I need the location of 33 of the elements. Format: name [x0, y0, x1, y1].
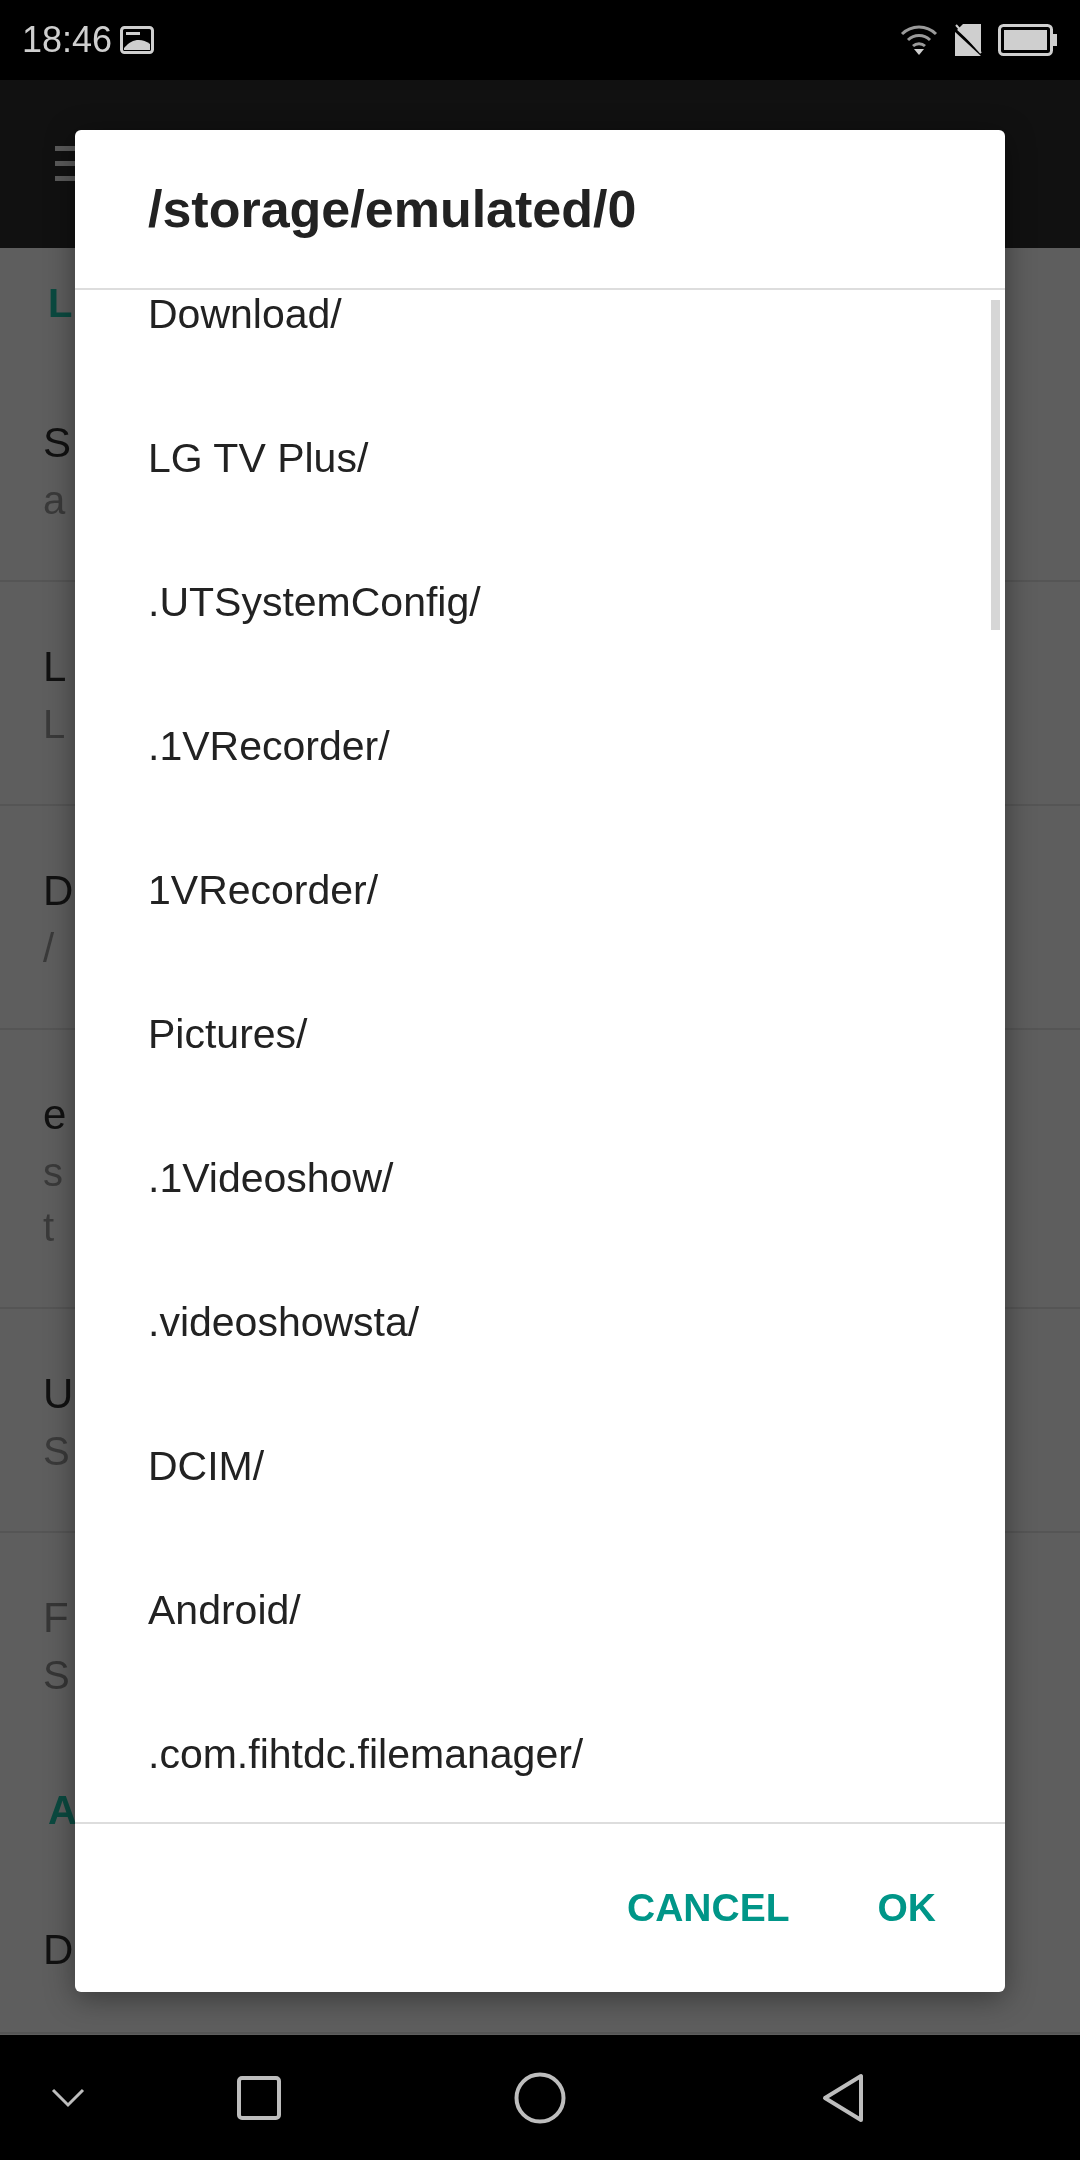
section-header: L — [48, 280, 73, 327]
status-time: 18:46 — [22, 18, 113, 62]
home-icon[interactable] — [514, 2071, 566, 2124]
folder-item[interactable]: .com.fihtdc.filemanager/ — [148, 1724, 584, 1786]
folder-item[interactable]: .videoshowsta/ — [148, 1292, 420, 1354]
wifi-icon — [900, 25, 938, 55]
setting-title: U — [43, 1370, 74, 1417]
battery-icon — [998, 24, 1058, 56]
setting-title: e — [43, 1091, 67, 1138]
picture-icon — [120, 26, 155, 54]
folder-item[interactable]: DCIM/ — [148, 1436, 265, 1498]
section-header: A — [48, 1787, 77, 1834]
setting-summary: / — [43, 926, 55, 970]
folder-item[interactable]: LG TV Plus/ — [148, 428, 369, 490]
menu-icon[interactable] — [55, 146, 75, 182]
setting-title: L — [43, 643, 67, 690]
folder-item[interactable]: Download/ — [148, 290, 342, 346]
recents-icon[interactable] — [237, 2075, 281, 2120]
folder-item[interactable]: Android/ — [148, 1580, 301, 1642]
folder-item[interactable]: 1VRecorder/ — [148, 860, 379, 922]
no-sim-icon — [954, 23, 982, 57]
cancel-button[interactable]: CANCEL — [603, 1868, 814, 1948]
setting-title: S — [43, 419, 71, 466]
ok-button[interactable]: OK — [853, 1868, 960, 1948]
folder-item[interactable]: .1Videoshow/ — [148, 1148, 394, 1210]
setting-title: D — [43, 1926, 74, 1973]
chevron-down-icon[interactable] — [51, 2087, 85, 2108]
dialog-title: /storage/emulated/0 — [148, 180, 637, 238]
setting-title: D — [43, 867, 74, 914]
folder-item[interactable]: .1VRecorder/ — [148, 716, 390, 778]
folder-item[interactable]: .UTSystemConfig/ — [148, 572, 481, 634]
folder-item[interactable]: Pictures/ — [148, 1004, 308, 1066]
back-icon[interactable] — [821, 2072, 865, 2123]
